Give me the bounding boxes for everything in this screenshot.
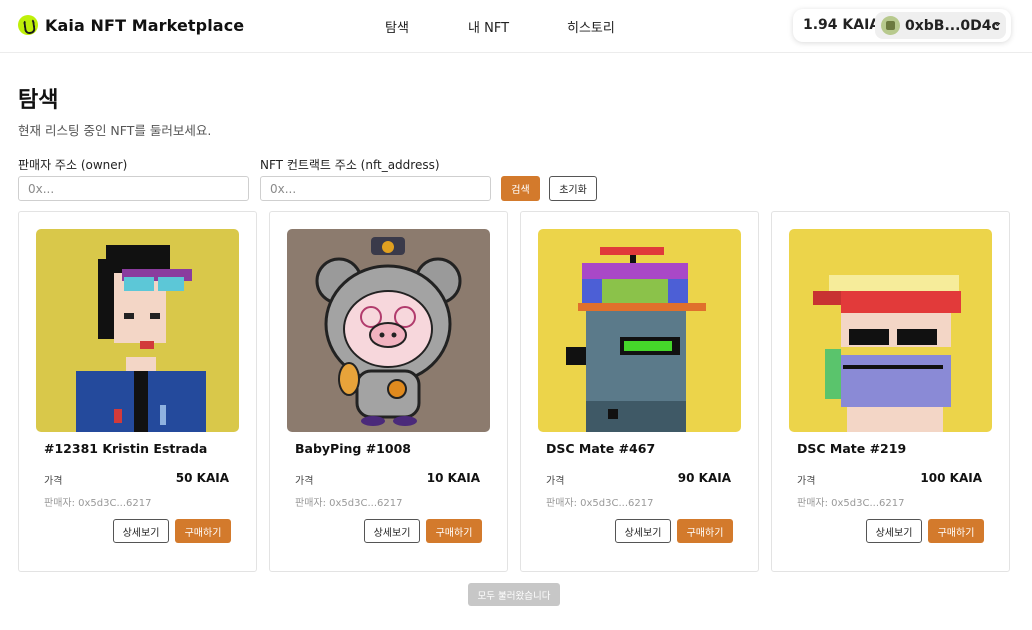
nft-artwork — [538, 229, 741, 432]
top-header: Kaia NFT Marketplace 탐색 내 NFT 히스토리 1.94 … — [0, 0, 1032, 53]
nav-history[interactable]: 히스토리 — [567, 17, 615, 36]
wallet-widget: 1.94 KAIA 0xbB...0D4c ⌄ — [793, 9, 1011, 42]
nav-my-nft[interactable]: 내 NFT — [468, 17, 509, 36]
nft-name: DSC Mate #219 — [797, 441, 907, 456]
account-avatar-icon — [881, 16, 900, 35]
reset-button[interactable]: 초기화 — [549, 176, 597, 201]
nft-artwork — [287, 229, 490, 432]
nft-image-cartoon-mouse[interactable] — [287, 229, 490, 432]
kaia-logo-icon — [18, 15, 38, 35]
nft-price: 100 KAIA — [920, 471, 982, 485]
nft-address-input[interactable] — [260, 176, 491, 201]
nft-price: 90 KAIA — [677, 471, 731, 485]
nft-name: #12381 Kristin Estrada — [44, 441, 208, 456]
buy-button[interactable]: 구매하기 — [928, 519, 984, 543]
buy-button[interactable]: 구매하기 — [677, 519, 733, 543]
wallet-balance: 1.94 KAIA — [803, 17, 881, 33]
price-label: 가격 — [797, 476, 816, 487]
nft-image-pixel-portrait[interactable] — [36, 229, 239, 432]
price-label: 가격 — [546, 476, 565, 487]
nft-card: DSC Mate #219 가격 100 KAIA 판매자: 0x5d3C...… — [771, 211, 1010, 572]
nft-seller: 판매자: 0x5d3C...6217 — [797, 498, 905, 509]
brand-title: Kaia NFT Marketplace — [45, 15, 245, 35]
price-label: 가격 — [44, 476, 63, 487]
page-subtitle: 현재 리스팅 중인 NFT를 둘러보세요. — [18, 123, 212, 138]
buy-button[interactable]: 구매하기 — [426, 519, 482, 543]
nft-address-field-label: NFT 컨트랙트 주소 (nft_address) — [260, 158, 440, 172]
load-all-button[interactable]: 모두 불러왔습니다 — [468, 583, 560, 606]
nft-card: #12381 Kristin Estrada 가격 50 KAIA 판매자: 0… — [18, 211, 257, 572]
account-button[interactable]: 0xbB...0D4c ⌄ — [875, 12, 1006, 39]
owner-field-label: 판매자 주소 (owner) — [18, 158, 128, 172]
chevron-down-icon: ⌄ — [992, 15, 1003, 30]
nav-explore[interactable]: 탐색 — [385, 17, 409, 36]
nft-name: BabyPing #1008 — [295, 441, 411, 456]
nft-name: DSC Mate #467 — [546, 441, 656, 456]
nft-price: 50 KAIA — [175, 471, 229, 485]
detail-button[interactable]: 상세보기 — [364, 519, 420, 543]
nft-artwork — [789, 229, 992, 432]
brand[interactable]: Kaia NFT Marketplace — [18, 15, 244, 35]
nft-card: BabyPing #1008 가격 10 KAIA 판매자: 0x5d3C...… — [269, 211, 508, 572]
detail-button[interactable]: 상세보기 — [615, 519, 671, 543]
nft-image-pixel-robot[interactable] — [538, 229, 741, 432]
nft-card: DSC Mate #467 가격 90 KAIA 판매자: 0x5d3C...6… — [520, 211, 759, 572]
nft-seller: 판매자: 0x5d3C...6217 — [44, 498, 152, 509]
search-button[interactable]: 검색 — [501, 176, 540, 201]
nft-seller: 판매자: 0x5d3C...6217 — [295, 498, 403, 509]
nft-price: 10 KAIA — [426, 471, 480, 485]
page-title: 탐색 — [18, 88, 59, 113]
account-address: 0xbB...0D4c — [905, 18, 1000, 34]
buy-button[interactable]: 구매하기 — [175, 519, 231, 543]
nft-seller: 판매자: 0x5d3C...6217 — [546, 498, 654, 509]
price-label: 가격 — [295, 476, 314, 487]
detail-button[interactable]: 상세보기 — [113, 519, 169, 543]
nft-artwork — [36, 229, 239, 432]
detail-button[interactable]: 상세보기 — [866, 519, 922, 543]
nft-image-pixel-masked[interactable] — [789, 229, 992, 432]
owner-address-input[interactable] — [18, 176, 249, 201]
